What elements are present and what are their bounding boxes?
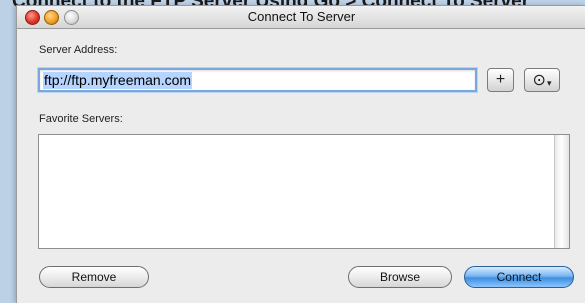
title-bar[interactable]: Connect To Server [17,6,585,29]
recent-servers-button[interactable]: ⊙ ▾ [524,68,560,92]
server-address-input[interactable]: ftp://ftp.myfreeman.com [38,68,477,92]
favorite-servers-label: Favorite Servers: [39,113,123,125]
favorite-servers-list[interactable] [38,134,570,249]
server-address-value: ftp://ftp.myfreeman.com [43,72,193,89]
connect-to-server-window: Connect To Server Server Address: ftp://… [16,5,585,303]
connect-button[interactable]: Connect [464,266,574,288]
list-scrollbar[interactable] [554,135,569,248]
remove-button[interactable]: Remove [39,266,149,288]
server-address-label: Server Address: [39,44,118,56]
window-title: Connect To Server [247,9,356,24]
add-favorite-button[interactable]: + [487,68,514,92]
plus-icon: + [495,71,506,88]
browse-button[interactable]: Browse [348,266,452,288]
clock-menu-icon: ⊙ [532,72,546,89]
dropdown-arrow-icon: ▾ [546,77,552,88]
